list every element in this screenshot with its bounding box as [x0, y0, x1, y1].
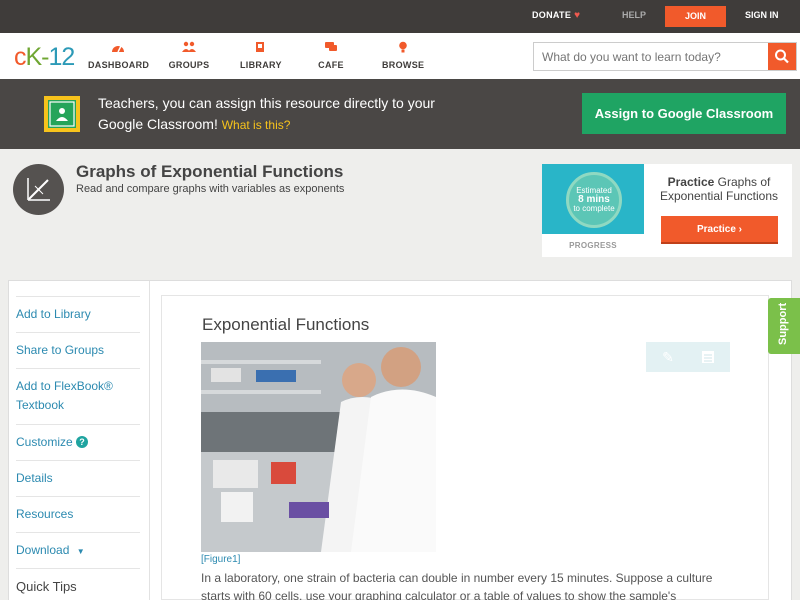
practice-title: Practice Graphs of Exponential Functions [654, 175, 784, 203]
to-complete-label: to complete [573, 204, 615, 213]
help-icon[interactable]: ? [76, 436, 89, 448]
page-subtitle: Read and compare graphs with variables a… [76, 183, 345, 195]
nav-library[interactable]: LIBRARY [240, 41, 282, 70]
nav-library-label: LIBRARY [240, 60, 282, 70]
logo-12: 12 [48, 43, 76, 71]
practice-title-bold: Practice [667, 175, 715, 189]
classroom-message: Teachers, you can assign this resource d… [98, 93, 458, 136]
customize-label: Customize [16, 435, 73, 449]
cafe-icon [324, 41, 338, 53]
practice-button-label: Practice [696, 224, 736, 235]
textbook-label: Textbook [16, 398, 65, 412]
chevron-right-icon: › [738, 224, 743, 235]
sidebar-add-to-library[interactable]: Add to Library [16, 296, 140, 332]
what-is-this-link[interactable]: What is this? [222, 118, 291, 132]
dashboard-icon [111, 41, 125, 53]
sidebar-download[interactable]: Download ▼ [16, 532, 140, 568]
sidebar-details[interactable]: Details [16, 460, 140, 496]
figure-caption-link[interactable]: [Figure1] [201, 554, 240, 565]
download-label: Download [16, 543, 70, 557]
sidebar-quick-tips: Quick Tips [16, 568, 140, 600]
top-bar: DONATE ♥ HELP JOIN SIGN IN [0, 0, 800, 33]
sign-in-link[interactable]: SIGN IN [745, 10, 779, 20]
nav-dashboard-label: DASHBOARD [88, 60, 150, 70]
sidebar: Add to Library Share to Groups Add to Fl… [9, 281, 150, 600]
page-title: Graphs of Exponential Functions [76, 162, 344, 181]
nav-dashboard[interactable]: DASHBOARD [88, 41, 150, 70]
estimated-time-ring: Estimated 8 mins to complete [566, 172, 622, 228]
search-icon [775, 49, 789, 64]
notes-icon[interactable] [700, 349, 716, 365]
library-icon [253, 41, 267, 53]
caret-down-icon: ▼ [76, 547, 85, 556]
nav-groups-label: GROUPS [168, 60, 210, 70]
support-tab[interactable]: Support [768, 298, 800, 354]
annotation-tools: ✎ [646, 342, 730, 372]
practice-button[interactable]: Practice › [661, 216, 778, 244]
graph-concept-icon [13, 164, 64, 215]
nav-browse-label: BROWSE [382, 60, 425, 70]
help-link[interactable]: HELP [622, 10, 646, 20]
pencil-icon[interactable]: ✎ [660, 349, 676, 365]
join-button[interactable]: JOIN [665, 6, 726, 27]
support-label: Support [777, 302, 789, 345]
nav-groups[interactable]: GROUPS [168, 41, 210, 70]
google-classroom-icon [44, 96, 80, 132]
logo-k: K- [25, 43, 50, 71]
donate-label: DONATE [532, 10, 572, 20]
article-paragraph: In a laboratory, one strain of bacteria … [201, 571, 713, 600]
add-to-flexbook-label: Add to FlexBook® [16, 379, 113, 393]
browse-icon [396, 41, 410, 53]
sidebar-resources[interactable]: Resources [16, 496, 140, 532]
main-header: cK-12 DASHBOARD GROUPS LIBRARY CAFE BROW… [0, 33, 800, 79]
practice-progress-image: Estimated 8 mins to complete [542, 164, 644, 234]
sidebar-add-to-flexbook[interactable]: Add to FlexBook® Textbook [16, 368, 140, 424]
search-input[interactable] [534, 43, 770, 70]
nav-cafe[interactable]: CAFE [316, 41, 346, 70]
nav-cafe-label: CAFE [318, 60, 344, 70]
logo-c: c [14, 43, 26, 71]
heart-icon: ♥ [574, 10, 581, 21]
search-button[interactable] [768, 43, 796, 70]
lab-photo [201, 342, 436, 552]
sidebar-customize[interactable]: Customize ? [16, 424, 140, 460]
ck12-logo[interactable]: cK-12 [14, 43, 76, 72]
assign-to-google-classroom-button[interactable]: Assign to Google Classroom [582, 93, 786, 134]
practice-card: Estimated 8 mins to complete PROGRESS Pr… [542, 164, 792, 257]
article-title: Exponential Functions [202, 315, 370, 334]
donate-link[interactable]: DONATE ♥ [532, 10, 580, 21]
nav-browse[interactable]: BROWSE [382, 41, 424, 70]
progress-label: PROGRESS [569, 241, 617, 250]
sidebar-share-to-groups[interactable]: Share to Groups [16, 332, 140, 368]
search-box [533, 42, 797, 71]
groups-icon [182, 41, 196, 53]
